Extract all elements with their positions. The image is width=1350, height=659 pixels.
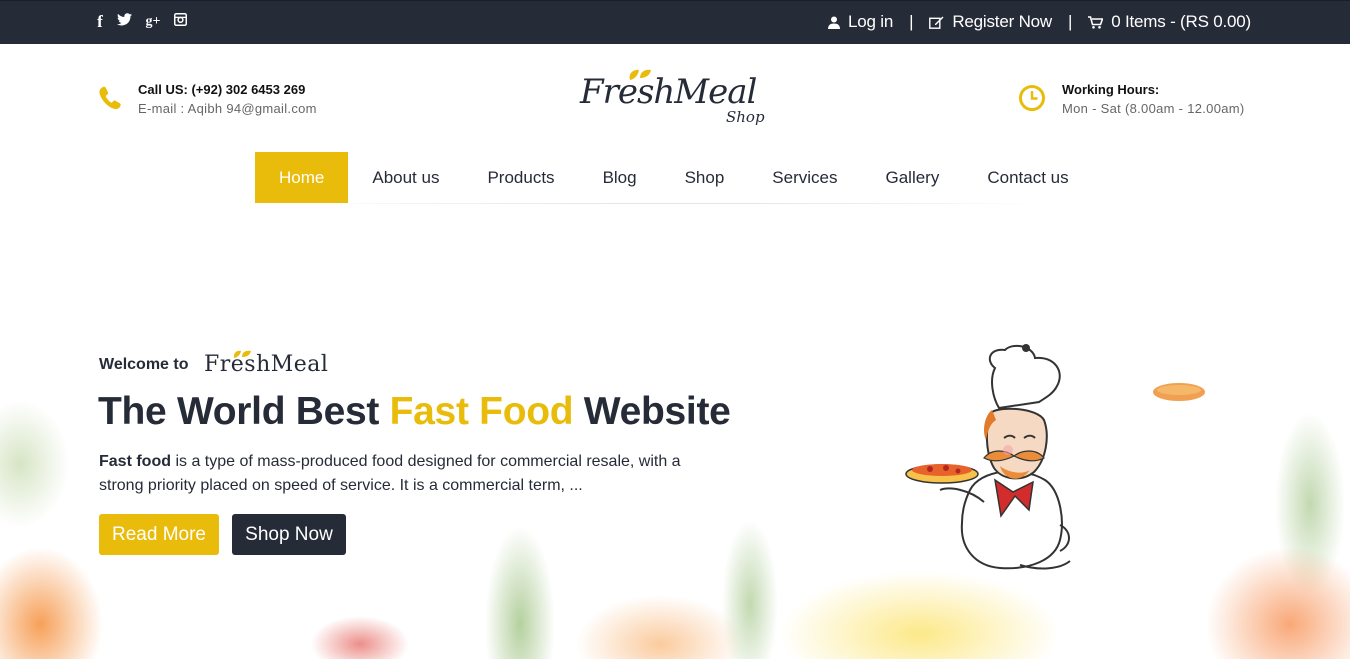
desc-bold: Fast food <box>99 453 171 470</box>
sausage-illustration <box>1153 383 1205 401</box>
chef-illustration <box>905 344 1071 570</box>
working-hours-value: Mon - Sat (8.00am - 12.00am) <box>1062 101 1245 116</box>
nav-blog[interactable]: Blog <box>579 152 661 203</box>
headline-highlight: Fast Food <box>389 390 574 433</box>
register-label[interactable]: Register Now <box>952 12 1052 32</box>
call-us-text: Call US: (+92) 302 6453 269 <box>138 82 306 97</box>
cart-icon <box>1088 15 1104 29</box>
working-hours-title: Working Hours: <box>1062 82 1160 97</box>
logo-brand: FreshMeal <box>580 72 757 112</box>
instagram-icon[interactable] <box>174 13 187 31</box>
hero-headline: The World Best Fast Food Website <box>98 390 731 434</box>
shop-now-button[interactable]: Shop Now <box>232 514 346 555</box>
cart-label[interactable]: 0 Items - (RS 0.00) <box>1111 12 1251 32</box>
separator: | <box>1067 12 1073 31</box>
separator: | <box>909 12 914 31</box>
nav-about-us[interactable]: About us <box>348 152 463 203</box>
twitter-icon[interactable] <box>117 13 132 31</box>
social-links: f g+ <box>96 13 187 31</box>
nav-contact-us[interactable]: Contact us <box>963 152 1092 203</box>
user-icon <box>828 16 840 29</box>
header: Call US: (+92) 302 6453 269 E-mail : Aqi… <box>0 44 1350 204</box>
welcome-brand: FreshMeal <box>204 352 329 377</box>
phone-icon <box>99 86 121 110</box>
register-link[interactable]: Register Now <box>929 12 1052 32</box>
page: f g+ Log in | Register Now | 0 Items - (… <box>0 0 1350 659</box>
login-label[interactable]: Log in <box>848 12 893 32</box>
desc-rest: is a type of mass-produced food designed… <box>99 453 681 494</box>
logo-sub: Shop <box>726 108 765 126</box>
edit-icon <box>929 16 944 29</box>
top-bar: f g+ Log in | Register Now | 0 Items - (… <box>0 0 1350 44</box>
hero-banner: Welcome to FreshMeal The World Best Fast… <box>0 204 1350 659</box>
google-plus-icon[interactable]: g+ <box>145 13 161 31</box>
site-logo[interactable]: FreshMeal Shop <box>578 66 778 128</box>
nav-services[interactable]: Services <box>748 152 861 203</box>
headline-part2: Website <box>573 390 731 433</box>
account-links: Log in | Register Now | 0 Items - (RS 0.… <box>828 12 1251 32</box>
login-link[interactable]: Log in <box>828 12 893 32</box>
nav-gallery[interactable]: Gallery <box>861 152 963 203</box>
facebook-icon[interactable]: f <box>96 13 104 31</box>
main-nav: Home About us Products Blog Shop Service… <box>255 152 1093 203</box>
email-text: E-mail : Aqibh 94@gmail.com <box>138 101 317 116</box>
headline-part1: The World Best <box>98 390 390 433</box>
cart-link[interactable]: 0 Items - (RS 0.00) <box>1088 12 1251 32</box>
hero-description: Fast food is a type of mass-produced foo… <box>99 450 699 498</box>
read-more-button[interactable]: Read More <box>99 514 219 555</box>
clock-icon <box>1019 85 1045 111</box>
nav-products[interactable]: Products <box>463 152 578 203</box>
nav-home[interactable]: Home <box>255 152 349 203</box>
nav-shop[interactable]: Shop <box>661 152 749 203</box>
welcome-text: Welcome to <box>99 356 189 373</box>
